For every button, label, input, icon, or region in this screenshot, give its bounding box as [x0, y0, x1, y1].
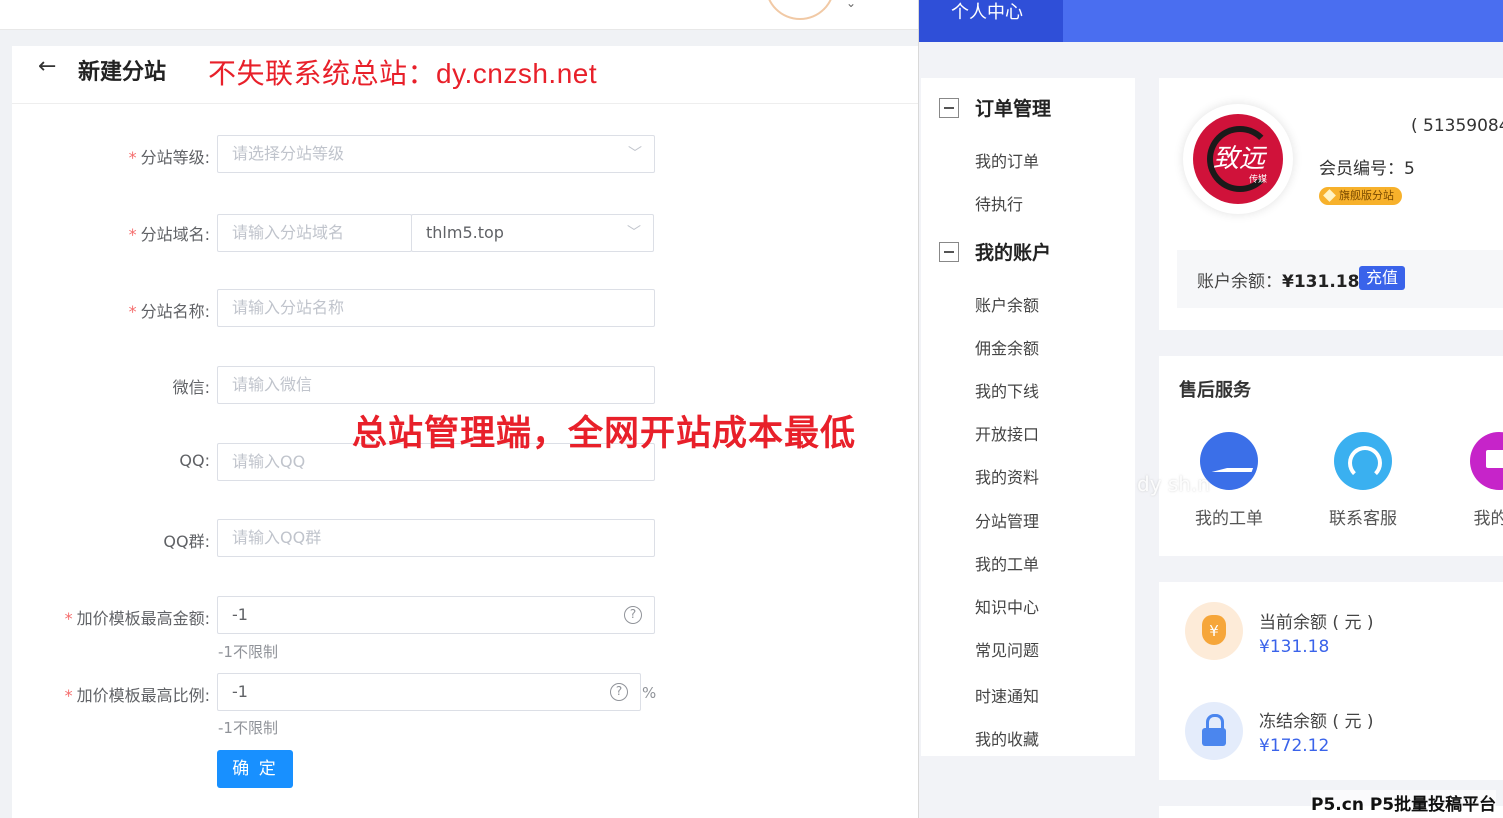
- menu-item-knowledge[interactable]: 知识中心: [975, 594, 1039, 618]
- service-card: 售后服务 我的工单 联系客服 我的用: [1159, 356, 1503, 556]
- frozen-balance-label: 冻结余额 ( 元 ): [1259, 712, 1374, 732]
- qq-label: QQ:: [179, 451, 210, 470]
- current-balance-label: 当前余额 ( 元 ): [1259, 613, 1374, 633]
- percent-unit: %: [642, 684, 657, 702]
- service-third[interactable]: 我的用: [1449, 432, 1503, 529]
- logo-text: 致远: [1213, 144, 1266, 174]
- name-label: * 分站名称:: [128, 302, 210, 321]
- service-contact-support[interactable]: 联系客服: [1313, 432, 1413, 529]
- frozen-balance-value: ¥172.12: [1259, 736, 1330, 756]
- max-amount-input[interactable]: -1 ?: [217, 596, 655, 634]
- menu-item-downline[interactable]: 我的下线: [975, 378, 1039, 402]
- collapse-icon[interactable]: [939, 98, 959, 118]
- menu-group-orders[interactable]: 订单管理: [939, 94, 1051, 121]
- balance-box: 账户余额：¥131.18 充值: [1177, 250, 1503, 308]
- member-id: ( 51359084: [1411, 116, 1503, 136]
- personal-center-panel: 个人中心 订单管理 我的订单 待执行 我的账户 账户余额 佣金余额 我的下线 开…: [918, 0, 1503, 818]
- help-icon[interactable]: ?: [624, 606, 642, 624]
- brand-logo: 致远 传媒: [1183, 104, 1293, 214]
- menu-item-commission[interactable]: 佣金余额: [975, 335, 1039, 359]
- current-balance-value: ¥131.18: [1259, 637, 1330, 657]
- menu-item-favorites[interactable]: 我的收藏: [975, 726, 1039, 750]
- personal-center-header: 个人中心: [919, 0, 1503, 42]
- help-icon[interactable]: ?: [610, 683, 628, 701]
- domain-input[interactable]: 请输入分站域名: [217, 214, 412, 252]
- recharge-button[interactable]: 充值: [1359, 266, 1406, 290]
- menu-item-tickets[interactable]: 我的工单: [975, 551, 1039, 575]
- money-bag-icon: [1185, 602, 1243, 660]
- menu-item-api[interactable]: 开放接口: [975, 421, 1039, 445]
- logo-subtext: 传媒: [1249, 175, 1268, 185]
- faint-watermark: dy sh.n: [1137, 472, 1211, 496]
- menu-item-faq[interactable]: 常见问题: [975, 637, 1039, 661]
- menu-group-account[interactable]: 我的账户: [939, 238, 1051, 265]
- balance-value: ¥131.18: [1282, 272, 1360, 292]
- max-ratio-input[interactable]: -1 ?: [217, 673, 641, 711]
- menu-item-balance[interactable]: 账户余额: [975, 292, 1039, 316]
- chevron-down-icon: ﹀: [627, 225, 641, 241]
- menu-item-substation[interactable]: 分站管理: [975, 508, 1039, 532]
- top-bar: ⌄: [0, 0, 918, 30]
- menu-item-profile[interactable]: 我的资料: [975, 464, 1039, 488]
- level-label: * 分站等级:: [128, 148, 210, 167]
- domain-label: * 分站域名:: [128, 225, 210, 244]
- domain-suffix-select[interactable]: thlm5.top ﹀: [411, 214, 654, 252]
- qqgroup-label: QQ群:: [163, 532, 210, 551]
- menu-item-notify[interactable]: 时速通知: [975, 683, 1039, 707]
- member-number: 会员编号：5: [1319, 159, 1415, 179]
- wechat-input[interactable]: 请输入微信: [217, 366, 655, 404]
- name-input[interactable]: 请输入分站名称: [217, 289, 655, 327]
- page-title: 新建分站: [78, 60, 167, 85]
- max-ratio-hint: -1不限制: [218, 719, 278, 737]
- qqgroup-input[interactable]: 请输入QQ群: [217, 519, 655, 557]
- level-select[interactable]: 请选择分站等级 ﹀: [217, 135, 655, 173]
- menu-item-my-orders[interactable]: 我的订单: [975, 148, 1039, 172]
- new-substation-panel: ⌄ ← 新建分站 不失联系统总站：dy.cnzsh.net * 分站等级: 请选择…: [0, 0, 918, 818]
- chevron-down-icon: ﹀: [628, 146, 642, 162]
- funds-card: 当前余额 ( 元 ) ¥131.18 冻结余额 ( 元 ) ¥172.12: [1159, 582, 1503, 780]
- chevron-down-icon[interactable]: ⌄: [846, 0, 856, 10]
- corner-watermark: P5.cn P5批量投稿平台: [1311, 790, 1497, 815]
- max-ratio-label: * 加价模板最高比例:: [64, 686, 210, 705]
- back-arrow-icon[interactable]: ←: [38, 54, 56, 79]
- wechat-label: 微信:: [172, 378, 210, 397]
- promo-banner: 不失联系统总站：dy.cnzsh.net: [208, 58, 598, 89]
- promo-watermark: 总站管理端，全网开站成本最低: [352, 414, 857, 454]
- confirm-button[interactable]: 确 定: [217, 750, 293, 788]
- max-amount-label: * 加价模板最高金额:: [64, 609, 210, 628]
- max-amount-hint: -1不限制: [218, 643, 278, 661]
- service-title: 售后服务: [1179, 380, 1251, 401]
- side-menu: 订单管理 我的订单 待执行 我的账户 账户余额 佣金余额 我的下线 开放接口 我…: [921, 78, 1135, 756]
- header-title: 个人中心: [951, 2, 1023, 23]
- card-header: ← 新建分站 不失联系统总站：dy.cnzsh.net: [12, 46, 918, 104]
- required-mark: *: [128, 148, 137, 167]
- balance-label: 账户余额：¥131.18: [1197, 272, 1360, 292]
- level-badge: 旗舰版分站: [1319, 187, 1402, 205]
- user-avatar[interactable]: [765, 0, 835, 20]
- headset-icon: [1334, 432, 1392, 490]
- monitor-icon: [1470, 432, 1503, 490]
- lock-icon: [1185, 702, 1243, 760]
- menu-item-pending[interactable]: 待执行: [975, 191, 1023, 215]
- collapse-icon[interactable]: [939, 242, 959, 262]
- profile-card: 致远 传媒 ( 51359084 会员编号：5 旗舰版分站 账户余额：¥131.…: [1159, 78, 1503, 330]
